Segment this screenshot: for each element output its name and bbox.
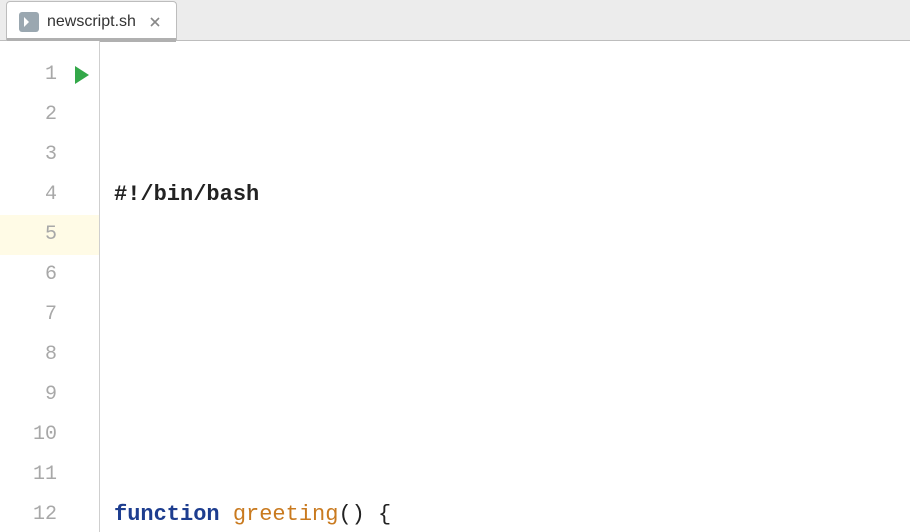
line-number: 11 (33, 463, 57, 486)
keyword-function: function (114, 502, 220, 527)
gutter-line[interactable]: 2 (0, 95, 99, 135)
file-tab[interactable]: newscript.sh (6, 1, 177, 41)
code-area[interactable]: #!/bin/bash function greeting() { hello=… (100, 41, 910, 532)
tab-filename: newscript.sh (47, 13, 136, 31)
line-number: 7 (45, 303, 57, 326)
line-number: 6 (45, 263, 57, 286)
function-name: greeting (233, 502, 339, 527)
line-number: 3 (45, 143, 57, 166)
tab-close-button[interactable] (148, 15, 162, 29)
gutter-line[interactable]: 1 (0, 55, 99, 95)
code-line[interactable] (100, 335, 910, 375)
code-editor[interactable]: 1 2 3 4 5 6 7 8 9 10 11 12 #!/bin/bash f… (0, 41, 910, 532)
shell-file-icon (19, 12, 39, 32)
line-number: 4 (45, 183, 57, 206)
line-number: 1 (45, 63, 57, 86)
line-number: 12 (33, 503, 57, 526)
code-text: () { (338, 502, 391, 527)
gutter-line[interactable]: 3 (0, 135, 99, 175)
line-number: 5 (45, 223, 57, 246)
run-gutter-icon[interactable] (75, 66, 89, 84)
line-number: 9 (45, 383, 57, 406)
line-number: 10 (33, 423, 57, 446)
gutter-line[interactable]: 12 (0, 495, 99, 532)
code-line[interactable]: #!/bin/bash (100, 175, 910, 215)
tab-bar: newscript.sh (0, 0, 910, 41)
gutter-line[interactable]: 4 (0, 175, 99, 215)
gutter-line[interactable]: 5 (0, 215, 99, 255)
gutter-line[interactable]: 6 (0, 255, 99, 295)
line-number: 2 (45, 103, 57, 126)
line-number-gutter: 1 2 3 4 5 6 7 8 9 10 11 12 (0, 41, 100, 532)
gutter-line[interactable]: 10 (0, 415, 99, 455)
gutter-line[interactable]: 8 (0, 335, 99, 375)
gutter-line[interactable]: 9 (0, 375, 99, 415)
shebang: #!/bin/bash (114, 182, 259, 207)
line-number: 8 (45, 343, 57, 366)
gutter-line[interactable]: 11 (0, 455, 99, 495)
code-line[interactable]: function greeting() { (100, 495, 910, 532)
gutter-line[interactable]: 7 (0, 295, 99, 335)
